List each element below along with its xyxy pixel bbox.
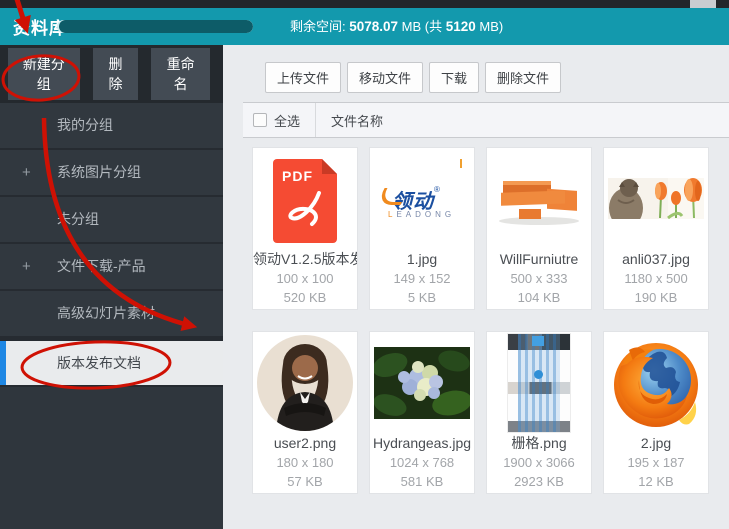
file-card-zhage[interactable]: 栅格.png 1900 x 3066 2923 KB bbox=[486, 331, 592, 494]
woman-portrait-photo bbox=[253, 332, 357, 433]
storage-progress-fill bbox=[59, 20, 253, 33]
file-grid: PDF 领动V1.2.5版本发 100 x 100 520 KB 领动® LEA bbox=[252, 147, 729, 515]
file-card-2jpg[interactable]: 2.jpg 195 x 187 12 KB bbox=[603, 331, 709, 494]
cat-tulips-photo bbox=[604, 148, 708, 249]
sidebar-item-label: 我的分组 bbox=[57, 117, 113, 133]
sidebar-item-slide-material[interactable]: 高级幻灯片素材 bbox=[0, 291, 223, 338]
storage-progress-bar bbox=[57, 20, 253, 33]
file-name-column-header: 文件名称 bbox=[331, 111, 383, 130]
file-card-pdf[interactable]: PDF 领动V1.2.5版本发 100 x 100 520 KB bbox=[252, 147, 358, 310]
file-dimensions: 195 x 187 bbox=[604, 453, 708, 472]
storage-used-value: 5078.07 bbox=[349, 19, 398, 34]
pdf-file-icon: PDF bbox=[253, 148, 357, 249]
file-size: 12 KB bbox=[604, 472, 708, 491]
select-all-label: 全选 bbox=[274, 111, 300, 130]
delete-group-button[interactable]: 删除 bbox=[93, 48, 139, 100]
download-button[interactable]: 下载 bbox=[429, 62, 479, 93]
file-card-user2[interactable]: user2.png 180 x 180 57 KB bbox=[252, 331, 358, 494]
file-name: 栅格.png bbox=[487, 434, 591, 453]
file-dimensions: 1900 x 3066 bbox=[487, 453, 591, 472]
file-list-header: 全选 文件名称 bbox=[243, 102, 729, 138]
file-dimensions: 1024 x 768 bbox=[370, 453, 474, 472]
leadong-logo: 领动® LEADONG bbox=[370, 148, 474, 249]
upload-file-button[interactable]: 上传文件 bbox=[265, 62, 341, 93]
file-toolbar: 上传文件 移动文件 下载 删除文件 bbox=[265, 62, 567, 93]
column-divider bbox=[315, 103, 316, 137]
file-size: 520 KB bbox=[253, 288, 357, 307]
acrobat-glyph-icon bbox=[286, 191, 324, 231]
sidebar-item-ungrouped[interactable]: 未分组 bbox=[0, 197, 223, 244]
file-name: WillFurniutre bbox=[487, 250, 591, 269]
file-name: 1.jpg bbox=[370, 250, 474, 269]
storage-status-text: 剩余空间: 5078.07 MB (共 5120 MB) bbox=[290, 8, 503, 45]
delete-file-button[interactable]: 删除文件 bbox=[485, 62, 561, 93]
file-content-area: 上传文件 移动文件 下载 删除文件 全选 文件名称 PDF 领动V1.2.5版本… bbox=[240, 45, 729, 529]
sidebar-action-bar: 新建分组 删除 重命名 bbox=[0, 45, 223, 103]
logo-accent-mark bbox=[460, 159, 462, 168]
file-dimensions: 100 x 100 bbox=[253, 269, 357, 288]
group-sidebar: 新建分组 删除 重命名 我的分组 + 系统图片分组 未分组 + 文件下载-产品 … bbox=[0, 45, 223, 529]
file-card-anli037[interactable]: anli037.jpg 1180 x 500 190 KB bbox=[603, 147, 709, 310]
sidebar-item-label: 高级幻灯片素材 bbox=[57, 305, 155, 321]
file-name: Hydrangeas.jpg bbox=[370, 434, 474, 453]
storage-label: 剩余空间: bbox=[290, 19, 349, 34]
storage-total-value: 5120 bbox=[446, 19, 476, 34]
rename-group-button[interactable]: 重命名 bbox=[151, 48, 210, 100]
file-size: 190 KB bbox=[604, 288, 708, 307]
move-file-button[interactable]: 移动文件 bbox=[347, 62, 423, 93]
file-size: 581 KB bbox=[370, 472, 474, 491]
grid-overlay-screenshot bbox=[487, 332, 591, 433]
file-card-hydrangeas[interactable]: Hydrangeas.jpg 1024 x 768 581 KB bbox=[369, 331, 475, 494]
file-card-1jpg[interactable]: 领动® LEADONG 1.jpg 149 x 152 5 KB bbox=[369, 147, 475, 310]
sidebar-item-label: 版本发布文档 bbox=[57, 355, 141, 371]
file-name: 2.jpg bbox=[604, 434, 708, 453]
sidebar-item-my-groups[interactable]: 我的分组 bbox=[0, 103, 223, 150]
file-name: 领动V1.2.5版本发 bbox=[253, 250, 357, 269]
window-top-strip bbox=[0, 0, 729, 8]
file-dimensions: 149 x 152 bbox=[370, 269, 474, 288]
file-dimensions: 500 x 333 bbox=[487, 269, 591, 288]
sidebar-item-system-images[interactable]: + 系统图片分组 bbox=[0, 150, 223, 197]
file-size: 2923 KB bbox=[487, 472, 591, 491]
file-size: 104 KB bbox=[487, 288, 591, 307]
file-dimensions: 1180 x 500 bbox=[604, 269, 708, 288]
sidebar-item-label: 文件下载-产品 bbox=[57, 258, 146, 274]
select-all-checkbox[interactable] bbox=[253, 113, 267, 127]
file-name: user2.png bbox=[253, 434, 357, 453]
logo-en-text: LEADONG bbox=[388, 210, 455, 219]
expand-plus-icon[interactable]: + bbox=[22, 244, 31, 289]
sidebar-item-label: 未分组 bbox=[57, 211, 99, 227]
expand-plus-icon[interactable]: + bbox=[22, 150, 31, 195]
window-top-strip-highlight bbox=[690, 0, 716, 8]
pdf-text: PDF bbox=[282, 168, 313, 184]
orange-sofa-photo bbox=[487, 148, 591, 249]
file-dimensions: 180 x 180 bbox=[253, 453, 357, 472]
hydrangea-photo bbox=[370, 332, 474, 433]
app-header: 资料库 剩余空间: 5078.07 MB (共 5120 MB) bbox=[0, 8, 729, 45]
new-group-button[interactable]: 新建分组 bbox=[8, 48, 80, 100]
sidebar-item-label: 系统图片分组 bbox=[57, 164, 141, 180]
sidebar-item-release-docs-selected[interactable]: 版本发布文档 bbox=[0, 338, 223, 387]
firefox-logo bbox=[604, 332, 708, 433]
file-size: 57 KB bbox=[253, 472, 357, 491]
sidebar-item-file-download-product[interactable]: + 文件下载-产品 bbox=[0, 244, 223, 291]
file-card-willfurniutre[interactable]: WillFurniutre 500 x 333 104 KB bbox=[486, 147, 592, 310]
file-size: 5 KB bbox=[370, 288, 474, 307]
file-name: anli037.jpg bbox=[604, 250, 708, 269]
